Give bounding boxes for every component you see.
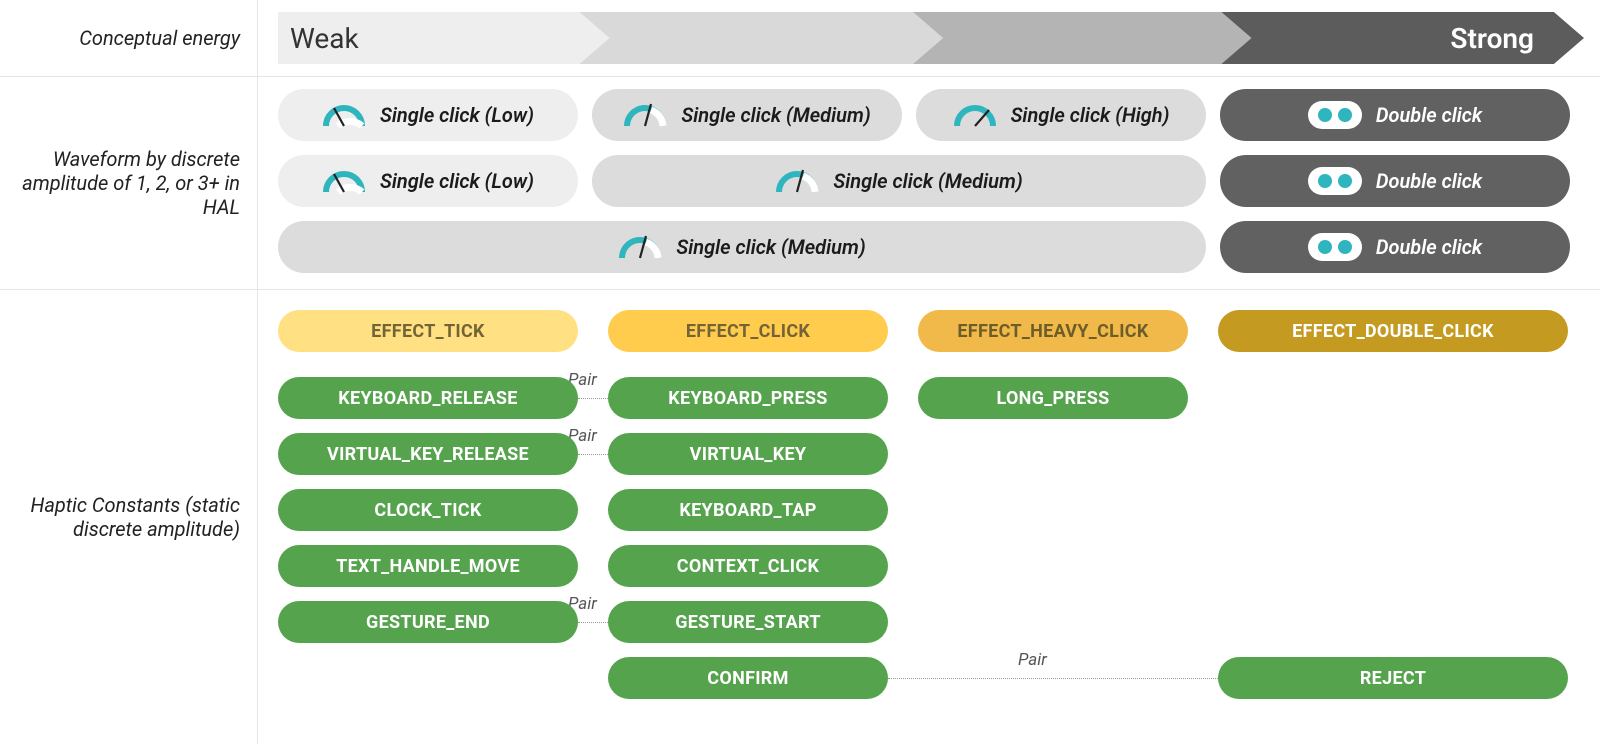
gauge-med-icon bbox=[775, 166, 819, 196]
capsule-single-med: Single click (Medium) bbox=[278, 221, 1206, 273]
gauge-med-icon bbox=[618, 232, 662, 262]
energy-strong: Strong bbox=[1450, 22, 1534, 55]
capsule-label: Double click bbox=[1376, 169, 1482, 193]
gauge-low-icon bbox=[322, 166, 366, 196]
energy-weak: Weak bbox=[290, 22, 359, 55]
pill-gesture-start: GESTURE_START bbox=[608, 601, 888, 643]
pill-effect-double: EFFECT_DOUBLE_CLICK bbox=[1218, 310, 1568, 352]
capsule-single-med: Single click (Medium) bbox=[592, 89, 902, 141]
capsule-double-click: Double click bbox=[1220, 89, 1570, 141]
capsule-single-med: Single click (Medium) bbox=[592, 155, 1206, 207]
capsule-single-high: Single click (High) bbox=[916, 89, 1206, 141]
pill-keyboard-press: KEYBOARD_PRESS bbox=[608, 377, 888, 419]
waveform-label: Waveform by discrete amplitude of 1, 2, … bbox=[0, 77, 258, 289]
waveform-row: Waveform by discrete amplitude of 1, 2, … bbox=[0, 77, 1600, 290]
pill-confirm: CONFIRM bbox=[608, 657, 888, 699]
capsule-label: Double click bbox=[1376, 235, 1482, 259]
pill-clock-tick: CLOCK_TICK bbox=[278, 489, 578, 531]
pill-effect-heavy: EFFECT_HEAVY_CLICK bbox=[918, 310, 1188, 352]
capsule-label: Single click (Low) bbox=[380, 103, 534, 127]
gauge-low-icon bbox=[322, 100, 366, 130]
pill-effect-tick: EFFECT_TICK bbox=[278, 310, 578, 352]
pill-virtual-key: VIRTUAL_KEY bbox=[608, 433, 888, 475]
double-click-icon bbox=[1308, 233, 1362, 261]
double-click-icon bbox=[1308, 167, 1362, 195]
pill-gesture-end: GESTURE_END bbox=[278, 601, 578, 643]
capsule-label: Double click bbox=[1376, 103, 1482, 127]
capsule-label: Single click (High) bbox=[1011, 103, 1170, 127]
pill-keyboard-release: KEYBOARD_RELEASE bbox=[278, 377, 578, 419]
energy-row: Conceptual energy Weak Strong bbox=[0, 0, 1600, 77]
pill-reject: REJECT bbox=[1218, 657, 1568, 699]
capsule-label: Single click (Medium) bbox=[676, 235, 865, 259]
pill-virtual-key-release: VIRTUAL_KEY_RELEASE bbox=[278, 433, 578, 475]
pill-keyboard-tap: KEYBOARD_TAP bbox=[608, 489, 888, 531]
gauge-med-icon bbox=[623, 100, 667, 130]
gauge-high-icon bbox=[953, 100, 997, 130]
capsule-label: Single click (Medium) bbox=[833, 169, 1022, 193]
pill-effect-click: EFFECT_CLICK bbox=[608, 310, 888, 352]
double-click-icon bbox=[1308, 101, 1362, 129]
pill-context-click: CONTEXT_CLICK bbox=[608, 545, 888, 587]
capsule-label: Single click (Low) bbox=[380, 169, 534, 193]
capsule-single-low: Single click (Low) bbox=[278, 89, 578, 141]
capsule-single-low: Single click (Low) bbox=[278, 155, 578, 207]
capsule-label: Single click (Medium) bbox=[681, 103, 870, 127]
energy-arrow: Weak Strong bbox=[278, 12, 1584, 64]
pair-label: Pair bbox=[1018, 650, 1047, 670]
capsule-double-click: Double click bbox=[1220, 221, 1570, 273]
constants-row: Haptic Constants (static discrete amplit… bbox=[0, 290, 1600, 744]
energy-label: Conceptual energy bbox=[0, 0, 258, 76]
constants-label: Haptic Constants (static discrete amplit… bbox=[0, 290, 258, 744]
capsule-double-click: Double click bbox=[1220, 155, 1570, 207]
pill-long-press: LONG_PRESS bbox=[918, 377, 1188, 419]
pill-text-handle-move: TEXT_HANDLE_MOVE bbox=[278, 545, 578, 587]
